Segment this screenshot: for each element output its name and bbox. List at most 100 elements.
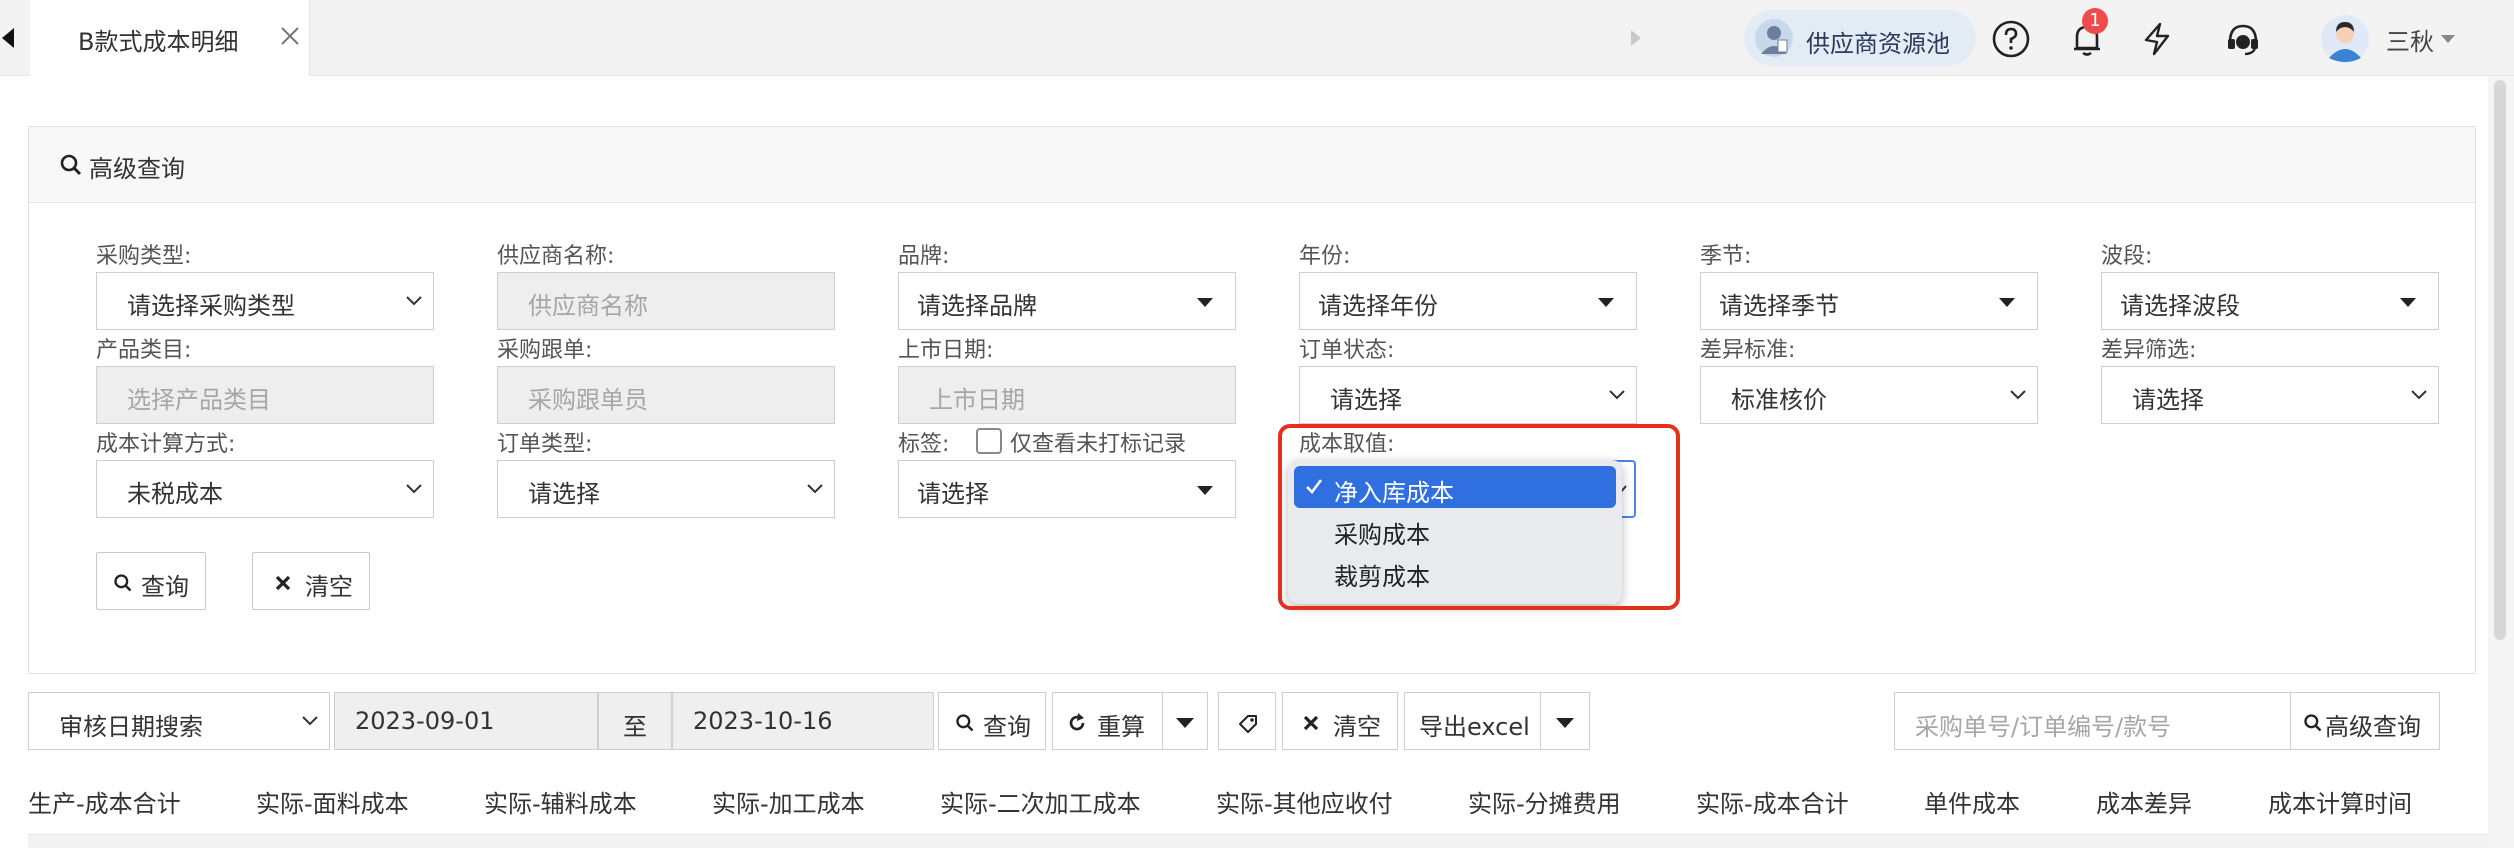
page-scrollbar-thumb[interactable] [2494,80,2506,640]
column-header[interactable]: 实际-其他应收付 [1216,784,1393,819]
year-value: 请选择年份 [1318,292,1438,320]
date-to-input[interactable]: 2023-10-16 [672,692,934,750]
caret-down-icon [2400,298,2416,307]
search-icon [2304,714,2322,732]
close-icon[interactable] [278,24,302,48]
date-type-value: 审核日期搜索 [59,713,203,741]
refresh-icon [1069,713,1085,731]
supplier-avatar-icon [1755,19,1793,57]
caret-down-icon [1556,718,1574,728]
wave-value: 请选择波段 [2120,292,2240,320]
tag-button[interactable] [1218,692,1276,750]
supplier-pool-button[interactable]: 供应商资源池 [1744,10,1976,66]
supplier-name-input: 供应商名称 [497,272,835,330]
purchase-type-select[interactable]: 请选择采购类型 [96,272,434,330]
wave-label: 波段: [2101,244,2153,269]
column-header[interactable]: 实际-辅料成本 [484,784,637,819]
query-button[interactable]: 查询 [96,552,206,610]
customer-service-icon[interactable] [2222,18,2264,60]
clear-button-label: 清空 [305,573,353,601]
product-category-label: 产品类目: [96,338,192,363]
date-range-separator: 至 [598,692,672,750]
scroll-tabs-right-icon[interactable] [1628,28,1644,48]
column-header[interactable]: 实际-二次加工成本 [940,784,1141,819]
chevron-down-icon [1609,390,1625,400]
unmarked-only-label[interactable]: 仅查看未打标记录 [1010,426,1186,458]
export-excel-label: 导出excel [1419,713,1530,741]
purchase-follower-input: 采购跟单员 [497,366,835,424]
diff-standard-select[interactable]: 标准核价 [1700,366,2038,424]
diff-standard-value: 标准核价 [1731,386,1827,414]
product-category-input: 选择产品类目 [96,366,434,424]
column-header[interactable]: 成本差异 [2096,784,2192,819]
caret-down-icon [1197,298,1213,307]
toolbar-query-button[interactable]: 查询 [938,692,1046,750]
season-label: 季节: [1700,244,1752,269]
recalculate-button[interactable]: 重算 [1052,692,1164,750]
lightning-icon[interactable] [2136,18,2178,60]
toolbar-query-label: 查询 [983,713,1031,741]
search-input[interactable]: 采购单号/订单编号/款号 [1894,692,2292,750]
user-name[interactable]: 三秋 [2386,22,2434,57]
diff-filter-select[interactable]: 请选择 [2101,366,2439,424]
wave-select[interactable]: 请选择波段 [2101,272,2439,330]
recalculate-dropdown-button[interactable] [1162,692,1208,750]
column-header[interactable]: 单件成本 [1924,784,2020,819]
scroll-tabs-left-icon[interactable] [0,22,20,54]
order-status-value: 请选择 [1330,386,1402,414]
query-button-label: 查询 [141,573,189,601]
caret-down-icon [1176,718,1194,728]
notification-badge: 1 [2082,8,2108,34]
chevron-down-icon [406,484,422,494]
chevron-down-icon [406,296,422,306]
column-header[interactable]: 成本计算时间 [2268,784,2412,819]
supplier-pool-label: 供应商资源池 [1806,30,1950,58]
tag-value: 请选择 [917,480,989,508]
clear-button[interactable]: 清空 [252,552,370,610]
column-header[interactable]: 实际-成本合计 [1696,784,1849,819]
purchase-type-value: 请选择采购类型 [127,292,295,320]
diff-standard-label: 差异标准: [1700,338,1796,363]
toolbar-clear-button[interactable]: 清空 [1282,692,1398,750]
order-type-select[interactable]: 请选择 [497,460,835,518]
advanced-search-label: 高级查询 [2325,713,2421,741]
supplier-name-label: 供应商名称: [497,244,615,269]
product-category-placeholder: 选择产品类目 [127,386,271,414]
top-bar: B款式成本明细 供应商资源池 1 三秋 [0,0,2514,76]
column-header[interactable]: 实际-分摊费用 [1468,784,1621,819]
date-from-input[interactable]: 2023-09-01 [334,692,598,750]
season-select[interactable]: 请选择季节 [1700,272,2038,330]
date-type-select[interactable]: 审核日期搜索 [28,692,330,750]
chevron-down-icon[interactable] [2440,34,2456,44]
order-status-label: 订单状态: [1299,338,1395,363]
export-dropdown-button[interactable] [1540,692,1590,750]
diff-filter-label: 差异筛选: [2101,338,2197,363]
brand-label: 品牌: [898,244,950,269]
year-select[interactable]: 请选择年份 [1299,272,1637,330]
help-icon[interactable] [1990,18,2032,60]
brand-select[interactable]: 请选择品牌 [898,272,1236,330]
column-header[interactable]: 实际-面料成本 [256,784,409,819]
tab-b-style-cost-detail[interactable]: B款式成本明细 [30,0,310,76]
chevron-down-icon [2411,390,2427,400]
cost-method-select[interactable]: 未税成本 [96,460,434,518]
diff-filter-value: 请选择 [2132,386,2204,414]
user-avatar[interactable] [2320,14,2370,64]
search-icon [60,154,82,176]
column-header[interactable]: 生产-成本合计 [28,784,181,819]
column-header[interactable]: 实际-加工成本 [712,784,865,819]
date-from-value: 2023-09-01 [355,707,495,735]
caret-down-icon [1999,298,2015,307]
search-placeholder: 采购单号/订单编号/款号 [1915,713,2172,741]
advanced-search-button[interactable]: 高级查询 [2290,692,2440,750]
export-excel-button[interactable]: 导出excel [1404,692,1542,750]
search-icon [956,714,974,732]
order-type-value: 请选择 [528,480,600,508]
tag-select[interactable]: 请选择 [898,460,1236,518]
panel-title: 高级查询 [89,155,185,183]
advanced-search-header: 高级查询 [29,127,2475,203]
unmarked-only-checkbox[interactable] [976,428,1002,454]
cost-method-label: 成本计算方式: [96,432,236,457]
search-icon [114,574,132,592]
order-status-select[interactable]: 请选择 [1299,366,1637,424]
